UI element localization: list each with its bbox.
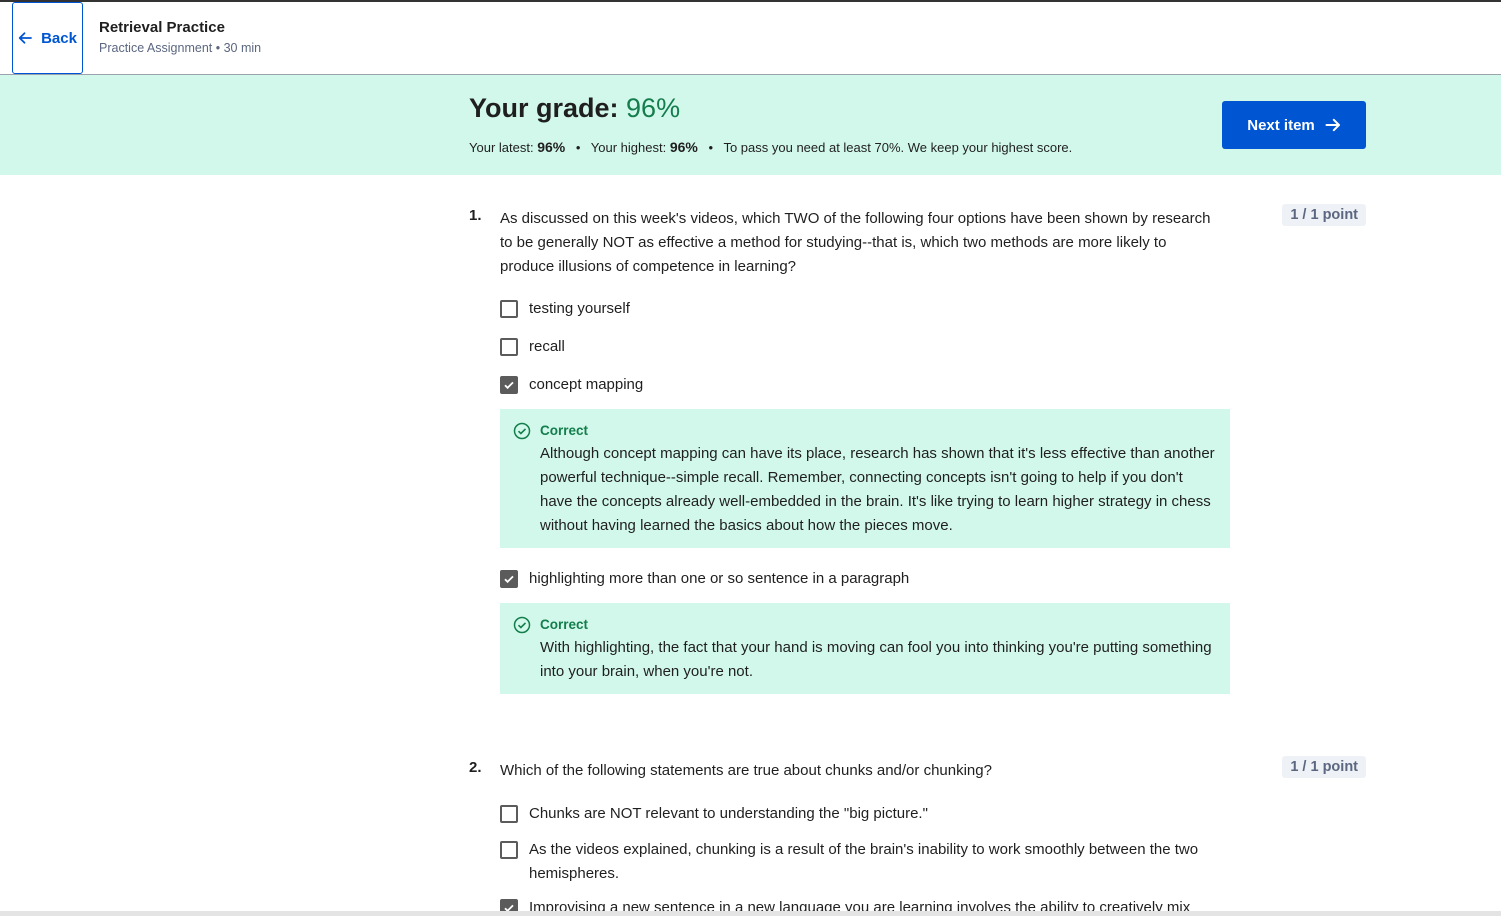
assignment-title-block: Retrieval Practice Practice Assignment •… (99, 19, 261, 55)
pass-note: To pass you need at least 70%. We keep y… (723, 140, 1073, 155)
back-label: Back (41, 29, 77, 47)
highest-value: 96% (669, 139, 698, 155)
separator-dot: • (708, 140, 714, 155)
back-button[interactable]: Back (12, 2, 83, 74)
grade-label: Your grade: (469, 93, 619, 123)
next-item-button[interactable]: Next item (1222, 101, 1366, 149)
option-label: concept mapping (529, 376, 644, 393)
grade-stats: Your latest: 96% • Your highest: 96% • T… (469, 139, 1072, 155)
option-label: highlighting more than one or so sentenc… (529, 570, 910, 587)
checkbox-unchecked[interactable] (500, 805, 518, 823)
check-circle-icon (513, 422, 531, 440)
checkmark-icon (504, 575, 514, 584)
assignment-subtitle: Practice Assignment • 30 min (99, 41, 262, 55)
checkbox-unchecked[interactable] (500, 338, 518, 356)
feedback-correct: Correct Although concept mapping can hav… (500, 409, 1230, 548)
feedback-text: With highlighting, the fact that your ha… (540, 639, 1212, 680)
separator-dot: • (575, 140, 581, 155)
arrow-left-icon (18, 32, 32, 44)
checkbox-unchecked[interactable] (500, 841, 518, 859)
grade-value: 96% (626, 93, 681, 123)
option-highlighting[interactable]: highlighting more than one or so sentenc… (500, 567, 1219, 591)
grade-heading: Your grade: 96% (469, 93, 680, 124)
next-item-label: Next item (1247, 116, 1315, 134)
option-chunking-hemispheres[interactable]: As the videos explained, chunking is a r… (500, 838, 1219, 886)
option-recall[interactable]: recall (500, 335, 1219, 359)
question-number: 2. (469, 759, 482, 776)
highest-label: Your highest: (590, 140, 667, 155)
arrow-right-icon (1325, 118, 1340, 132)
question-text: As discussed on this week's videos, whic… (500, 210, 1211, 275)
check-circle-icon (513, 616, 531, 634)
checkmark-icon (504, 381, 514, 390)
points-badge: 1 / 1 point (1282, 204, 1366, 226)
page-header: Back Retrieval Practice Practice Assignm… (0, 2, 1501, 75)
option-label: recall (529, 338, 565, 355)
feedback-text: Although concept mapping can have its pl… (540, 445, 1215, 534)
horizontal-scrollbar[interactable] (0, 911, 1501, 916)
latest-value: 96% (537, 139, 566, 155)
option-chunks-not-relevant[interactable]: Chunks are NOT relevant to understanding… (500, 802, 1219, 826)
points-badge: 1 / 1 point (1282, 756, 1366, 778)
feedback-title: Correct (540, 423, 589, 438)
checkbox-checked[interactable] (500, 570, 518, 588)
checkbox-unchecked[interactable] (500, 300, 518, 318)
grade-banner: Your grade: 96% Your latest: 96% • Your … (0, 75, 1501, 175)
feedback-title: Correct (540, 617, 589, 632)
question-text: Which of the following statements are tr… (500, 762, 992, 779)
latest-label: Your latest: (469, 140, 534, 155)
question-number: 1. (469, 207, 482, 224)
option-label: As the videos explained, chunking is a r… (529, 841, 1199, 882)
checkbox-checked[interactable] (500, 376, 518, 394)
option-label: Chunks are NOT relevant to understanding… (529, 805, 928, 822)
feedback-correct: Correct With highlighting, the fact that… (500, 603, 1230, 694)
assignment-title: Retrieval Practice (99, 19, 225, 36)
option-label: testing yourself (529, 300, 630, 317)
option-testing-yourself[interactable]: testing yourself (500, 297, 1219, 321)
option-concept-mapping[interactable]: concept mapping (500, 373, 1219, 397)
